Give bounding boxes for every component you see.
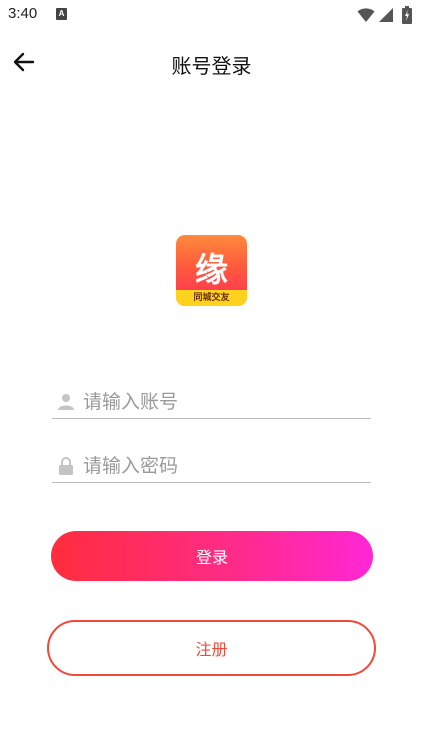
password-input[interactable] — [80, 454, 360, 477]
page-title: 账号登录 — [171, 54, 252, 78]
notification-badge: A — [56, 8, 67, 20]
account-input[interactable] — [80, 390, 360, 413]
signal-icon — [379, 8, 393, 22]
account-field — [52, 385, 371, 419]
logo-tagline: 同城交友 — [193, 293, 230, 303]
status-time: 3:40 — [8, 5, 38, 22]
wifi-icon — [357, 8, 375, 22]
lock-icon — [52, 452, 80, 480]
app-bar: 账号登录 — [0, 38, 423, 84]
battery-icon — [402, 6, 412, 24]
login-button[interactable]: 登录 — [51, 531, 373, 581]
password-field — [52, 449, 371, 483]
status-icons — [357, 6, 417, 24]
register-button[interactable]: 注册 — [47, 620, 376, 676]
status-bar: 3:40 A — [0, 0, 423, 30]
logo-character: 缘 — [195, 250, 228, 289]
app-logo: 缘 同城交友 — [176, 235, 247, 306]
user-icon — [52, 388, 80, 416]
